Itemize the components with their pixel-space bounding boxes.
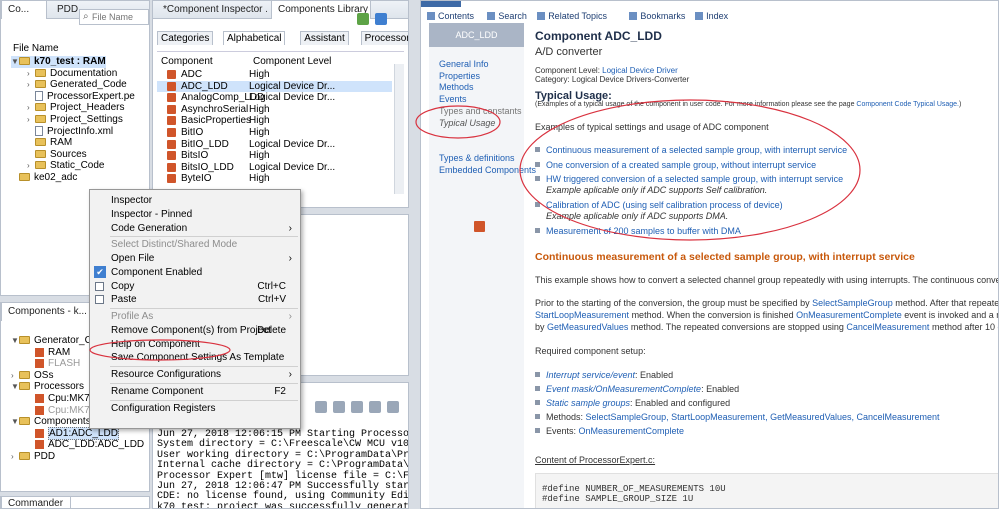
annotation-ellipse-examples xyxy=(519,99,861,241)
annotation-ellipse-typical-usage xyxy=(415,105,501,139)
annotation-ellipse-help-on-component xyxy=(89,339,231,361)
annotation-overlay xyxy=(89,99,861,361)
